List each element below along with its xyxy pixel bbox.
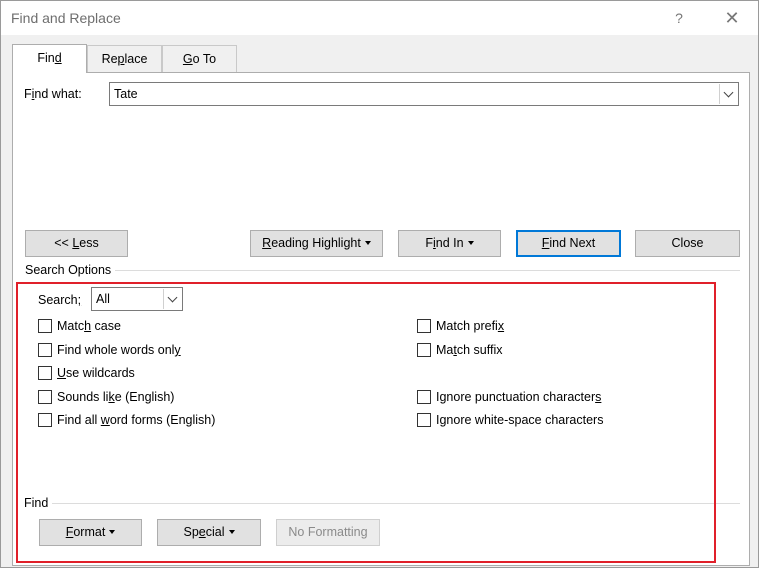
search-options-title: Search Options [25, 263, 116, 277]
dropdown-arrow-icon [467, 241, 474, 245]
dropdown-arrow-icon [109, 530, 116, 534]
find-what-label: Find what: [24, 87, 82, 101]
checkbox-label: Match prefix [436, 319, 505, 333]
find-what-input[interactable]: Tate [109, 82, 739, 106]
window-title: Find and Replace [11, 10, 121, 26]
checkbox-label: Ignore white-space characters [436, 413, 604, 427]
checkbox-label: Sounds like (English) [57, 390, 175, 404]
checkbox-label: Ignore punctuation characters [436, 390, 602, 404]
format-button[interactable]: Format [39, 519, 142, 546]
find-history-dropdown[interactable] [719, 84, 737, 104]
tab-go-to[interactable]: Go To [162, 45, 237, 72]
dropdown-arrow-icon [364, 241, 371, 245]
tab-find[interactable]: Find [12, 44, 87, 73]
checkbox-box[interactable] [38, 390, 52, 404]
find-section-divider [25, 503, 740, 504]
checkbox-box[interactable] [38, 343, 52, 357]
close-button[interactable]: Close [635, 230, 740, 257]
checkbox-box[interactable] [38, 319, 52, 333]
checkbox-box[interactable] [417, 413, 431, 427]
find-in-button[interactable]: Find In [398, 230, 501, 257]
find-tab-panel: Find what: Tate << Less Reading Highligh… [12, 72, 750, 566]
checkbox-box[interactable] [38, 366, 52, 380]
search-direction-dropdown[interactable] [163, 289, 181, 309]
checkbox-box[interactable] [417, 390, 431, 404]
find-section-title: Find [24, 496, 53, 510]
special-button[interactable]: Special [157, 519, 261, 546]
checkbox-label: Match suffix [436, 343, 503, 357]
chevron-down-icon [723, 87, 734, 98]
find-what-value: Tate [114, 87, 138, 101]
dropdown-arrow-icon [228, 530, 235, 534]
checkbox-box[interactable] [417, 343, 431, 357]
checkbox-box[interactable] [38, 413, 52, 427]
checkbox-label: Find whole words only [57, 343, 181, 357]
checkbox-label: Use wildcards [57, 366, 135, 380]
search-direction-select[interactable]: All [91, 287, 183, 311]
checkbox-label: Match case [57, 319, 121, 333]
close-icon[interactable]: ✕ [717, 5, 747, 31]
reading-highlight-button[interactable]: Reading Highlight [250, 230, 383, 257]
title-bar: Find and Replace ? ✕ [1, 1, 758, 35]
help-icon[interactable]: ? [664, 5, 694, 31]
no-formatting-button[interactable]: No Formatting [276, 519, 380, 546]
tab-replace[interactable]: Replace [87, 45, 162, 72]
find-replace-dialog: Find and Replace ? ✕ Find Replace Go To … [0, 0, 759, 568]
checkbox-box[interactable] [417, 319, 431, 333]
find-next-button[interactable]: Find Next [516, 230, 621, 257]
checkbox-label: Find all word forms (English) [57, 413, 216, 427]
search-direction-label: Search; [38, 293, 82, 307]
search-direction-value: All [96, 292, 110, 306]
less-button[interactable]: << Less [25, 230, 128, 257]
chevron-down-icon [167, 292, 178, 303]
search-options-divider [25, 270, 740, 271]
